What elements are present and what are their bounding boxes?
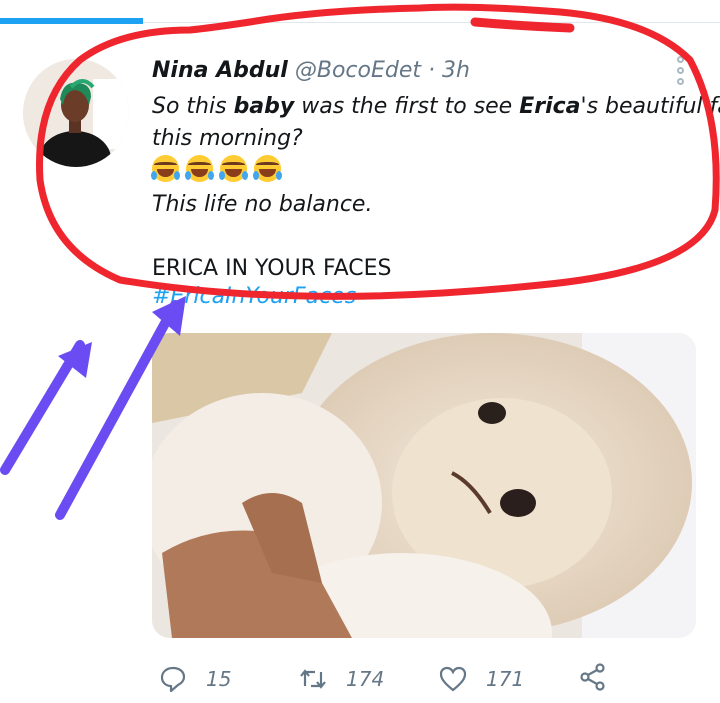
hashtag-link[interactable]: #EricaInYourFaces (152, 284, 356, 309)
tweet-time[interactable]: 3h (442, 58, 470, 83)
tweet-line-4: ERICA IN YOUR FACES (152, 253, 697, 285)
tears-of-joy-emoji-icon (219, 155, 248, 182)
text-segment: So this (152, 94, 234, 119)
reply-button[interactable]: 15 (158, 664, 231, 694)
tab-divider (143, 22, 720, 23)
tweet-line-2: this morning? (152, 126, 303, 151)
reply-count: 15 (206, 667, 232, 691)
tweet-text: So this baby was the first to see Erica'… (151, 91, 720, 285)
emoji-row (151, 155, 697, 189)
separator-dot: · (428, 58, 435, 83)
tears-of-joy-emoji-icon (253, 155, 282, 182)
arrow-annotation (0, 340, 85, 475)
author-name[interactable]: Nina Abdul (152, 58, 288, 83)
like-count: 171 (486, 667, 525, 691)
text-segment: ERICA (152, 256, 219, 281)
text-segment: IN YOUR FACES (218, 256, 392, 281)
active-tab-indicator (0, 18, 143, 24)
tweet-actions: 15 174 171 (0, 658, 720, 703)
more-options-icon[interactable] (672, 54, 688, 90)
tweet-line-3: This life no balance. (152, 192, 373, 217)
tears-of-joy-emoji-icon (185, 155, 214, 182)
text-segment: 's beautiful face (580, 94, 720, 119)
avatar[interactable] (23, 59, 129, 167)
author-handle[interactable]: @BocoEdet (295, 58, 421, 83)
text-segment: was the first to see (294, 94, 520, 119)
like-button[interactable]: 171 (438, 664, 524, 694)
tweet-image[interactable] (152, 333, 696, 638)
retweet-icon (300, 669, 326, 689)
share-icon (580, 663, 605, 691)
reply-icon (160, 666, 186, 693)
arrow-head-annotation (58, 342, 92, 378)
tweet-header: Nina Abdul @BocoEdet · 3h (152, 58, 470, 83)
heart-icon (439, 666, 467, 692)
tweet-line-1: So this baby was the first to see Erica'… (152, 91, 720, 123)
share-button[interactable] (578, 662, 608, 692)
text-segment: baby (233, 94, 295, 119)
text-segment: Erica (519, 94, 581, 119)
tears-of-joy-emoji-icon (151, 155, 180, 182)
retweet-button[interactable]: 174 (298, 664, 384, 694)
retweet-count: 174 (346, 667, 385, 691)
